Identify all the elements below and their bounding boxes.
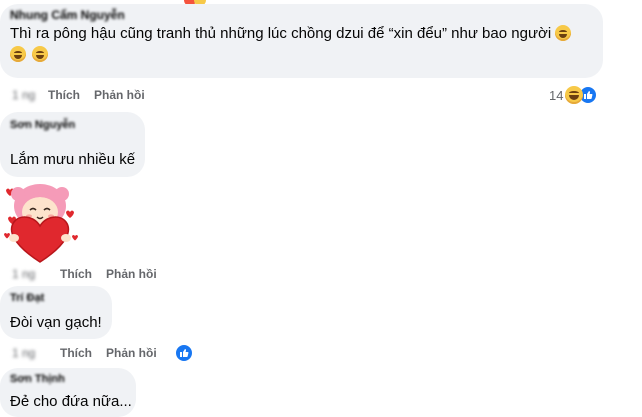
comment-actions: 1 ng Thích Phản hồi (12, 267, 171, 281)
like-action[interactable]: Thích (60, 267, 92, 281)
comment-time[interactable]: 1 ng (12, 88, 48, 102)
reply-action[interactable]: Phản hồi (106, 267, 157, 281)
comment-text: Thì ra pông hậu cũng tranh thủ những lúc… (10, 24, 591, 44)
comment-text: Lắm mưu nhiều kế (10, 151, 136, 168)
comment-author[interactable]: Sơn Nguyễn (10, 118, 133, 132)
comment-author[interactable]: Trí Đạt (10, 291, 100, 305)
comment-author[interactable]: Sơn Thịnh (10, 372, 124, 386)
reaction-summary[interactable]: 14 (549, 86, 598, 104)
comment-emoji-line (10, 45, 591, 65)
rolling-laughing-emoji-icon (32, 46, 49, 62)
girl-holding-heart-sticker (0, 182, 84, 266)
like-action[interactable]: Thích (60, 346, 92, 360)
grimace-emoji-icon (555, 25, 572, 41)
comment-time[interactable]: 1 ng (12, 267, 60, 281)
like-reaction-icon[interactable] (174, 344, 193, 362)
like-action[interactable]: Thích (48, 88, 80, 102)
comment-bubble: Nhung Cẩm Nguyễn Thì ra pông hậu cũng tr… (0, 4, 603, 78)
comment-text: Đòi vạn gạch! (10, 314, 102, 331)
reply-action[interactable]: Phản hồi (94, 88, 145, 102)
comment-bubble: Sơn Thịnh Đẻ cho đứa nữa... (0, 368, 136, 417)
comment-actions: 1 ng Thích Phản hồi (12, 344, 193, 362)
reaction-count: 14 (549, 87, 564, 103)
comment-time[interactable]: 1 ng (12, 346, 60, 360)
comment-actions: 1 ng Thích Phản hồi (12, 88, 159, 102)
comment-author[interactable]: Nhung Cẩm Nguyễn (10, 8, 591, 22)
rolling-laughing-emoji-icon (10, 46, 26, 62)
comment-bubble: Sơn Nguyễn Lắm mưu nhiều kế (0, 112, 145, 177)
comment-text: Đẻ cho đứa nữa... (10, 393, 132, 410)
comment-bubble: Trí Đạt Đòi vạn gạch! (0, 286, 112, 339)
reply-action[interactable]: Phản hồi (106, 346, 157, 360)
